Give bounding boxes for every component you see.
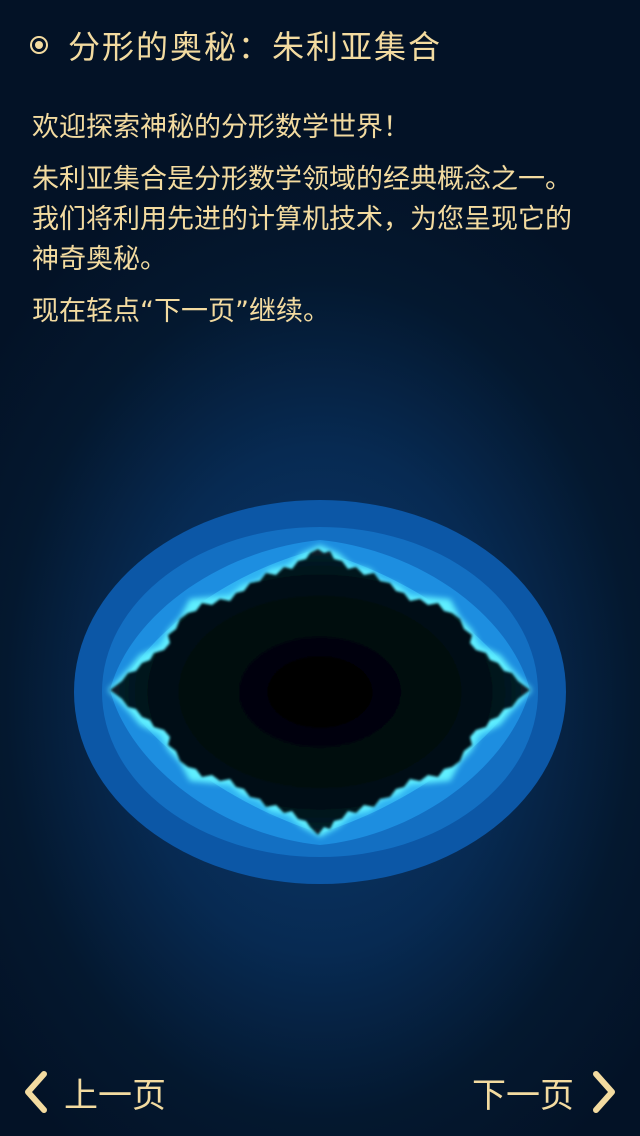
page-header[interactable]: 分形的奥秘：朱利亚集合 [30, 22, 442, 68]
prev-page-label[interactable]: 上一页 [64, 1068, 166, 1117]
julia-set-fractal [74, 500, 566, 884]
paragraph-instruction: 现在轻点“下一页”继续。 [32, 296, 330, 327]
chevron-left-icon[interactable] [22, 1070, 48, 1114]
prev-page-button[interactable]: 上一页 [22, 1062, 166, 1122]
intro-text: 欢迎探索神秘的分形数学世界！ 朱利亚集合是分形数学领域的经典概念之一。我们将利用… [32, 108, 592, 344]
paragraph-welcome: 欢迎探索神秘的分形数学世界！ [32, 112, 410, 143]
paragraph-description: 朱利亚集合是分形数学领域的经典概念之一。我们将利用先进的计算机技术，为您呈现它的… [32, 164, 572, 275]
radio-button-icon[interactable] [30, 36, 48, 54]
julia-set-image [70, 495, 570, 890]
page-title: 分形的奥秘：朱利亚集合 [68, 28, 443, 66]
next-page-label[interactable]: 下一页 [472, 1068, 574, 1117]
next-page-button[interactable]: 下一页 [472, 1062, 618, 1122]
chevron-right-icon[interactable] [592, 1070, 618, 1114]
